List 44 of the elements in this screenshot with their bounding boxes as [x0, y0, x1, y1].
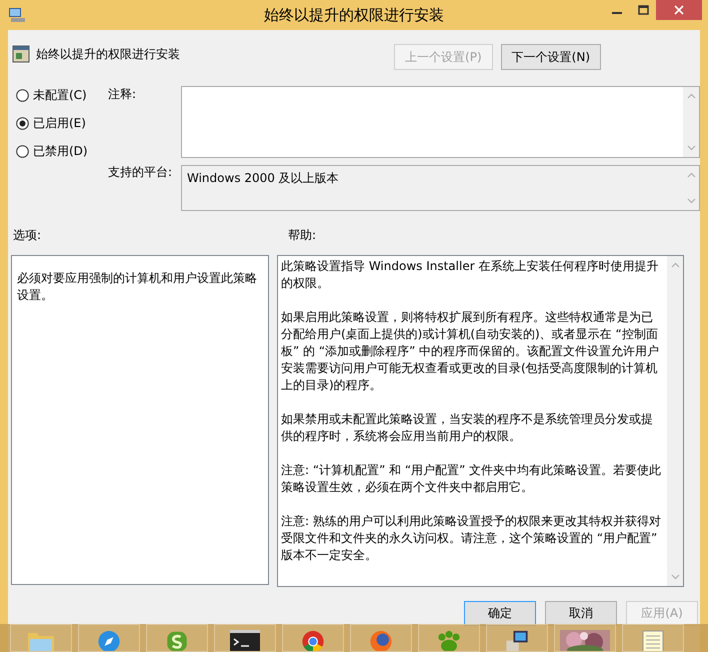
comment-field[interactable] [181, 86, 700, 158]
globe-icon[interactable] [368, 630, 394, 651]
policy-icon [12, 45, 30, 63]
taskbar-button[interactable] [554, 624, 616, 652]
scroll-down-icon[interactable] [670, 574, 680, 580]
comment-label: 注释: [108, 87, 136, 101]
help-label: 帮助: [288, 227, 316, 243]
radio-icon[interactable] [16, 88, 29, 102]
ok-button[interactable]: 确定 [464, 601, 536, 626]
taskbar-button[interactable] [486, 624, 548, 652]
options-text: 必须对要应用强制的计算机和用户设置此策略设置。 [17, 271, 257, 302]
scroll-down-icon[interactable] [686, 198, 696, 204]
radio-option[interactable]: 已禁用(D) [16, 142, 108, 160]
platform-label: 支持的平台: [108, 164, 174, 181]
radio-option[interactable]: 已启用(E) [16, 114, 108, 132]
scrollbar[interactable] [683, 87, 699, 157]
scroll-up-icon[interactable] [670, 262, 680, 268]
close-icon[interactable] [674, 5, 684, 15]
cancel-button[interactable]: 取消 [545, 601, 617, 626]
scroll-down-icon[interactable] [686, 145, 696, 151]
taskbar-button[interactable] [214, 624, 276, 652]
next-setting-button[interactable]: 下一个设置(N) [500, 44, 601, 70]
scrollbar[interactable] [667, 256, 683, 586]
platform-value: Windows 2000 及以上版本 [187, 171, 339, 185]
scroll-up-icon[interactable] [686, 93, 696, 99]
terminal-icon[interactable] [230, 630, 260, 651]
help-paragraph: 此策略设置指导 Windows Installer 在系统上安装任何程序时使用提升的权限。 [281, 258, 660, 292]
help-paragraph: 如果禁用或未配置此策略设置，当安装的程序不是系统管理员分发或提供的程序时，系统将会应用当前用户的权限。 [281, 411, 654, 445]
help-paragraph: 注意: 熟练的用户可以利用此策略设置授予的权限来更改其特权并获得对受限文件和文件夹的永久访问权。请注意，这个策略设置的 “用户配置” 版本不一定安全。 [281, 513, 662, 564]
radio-option[interactable]: 未配置(C) [16, 86, 108, 104]
policy-name: 始终以提升的权限进行安装 [36, 46, 180, 62]
notepad-icon[interactable] [642, 630, 664, 651]
help-paragraph: 注意: “计算机配置” 和 “用户配置” 文件夹中均有此策略设置。若要使此策略设置生效，必须在两个文件夹中都启用它。 [281, 462, 662, 496]
radio-icon[interactable] [16, 116, 29, 130]
options-label: 选项: [13, 228, 42, 242]
close-button[interactable] [656, 0, 702, 20]
browser-icon[interactable] [300, 630, 326, 651]
radio-icon[interactable] [16, 144, 29, 158]
help-paragraph: 如果启用此策略设置，则将特权扩展到所有程序。这些特权通常是为已分配给用户(桌面上提供的)或计算机(自动安装的)、或者显示在 “控制面板” 的 “添加或删除程序” 中的程序而保留的。该配置文件设置允许用户安装需要访问用户可能无权查看或更改的目录(包括受高度限制的计算机上的目录)的程序。 [281, 309, 660, 394]
computer-icon [8, 7, 26, 23]
compass-icon[interactable] [96, 630, 122, 651]
window-title: 始终以提升的权限进行安装 [264, 6, 444, 24]
maximize-icon[interactable] [638, 5, 648, 15]
scroll-up-icon[interactable] [686, 172, 696, 178]
